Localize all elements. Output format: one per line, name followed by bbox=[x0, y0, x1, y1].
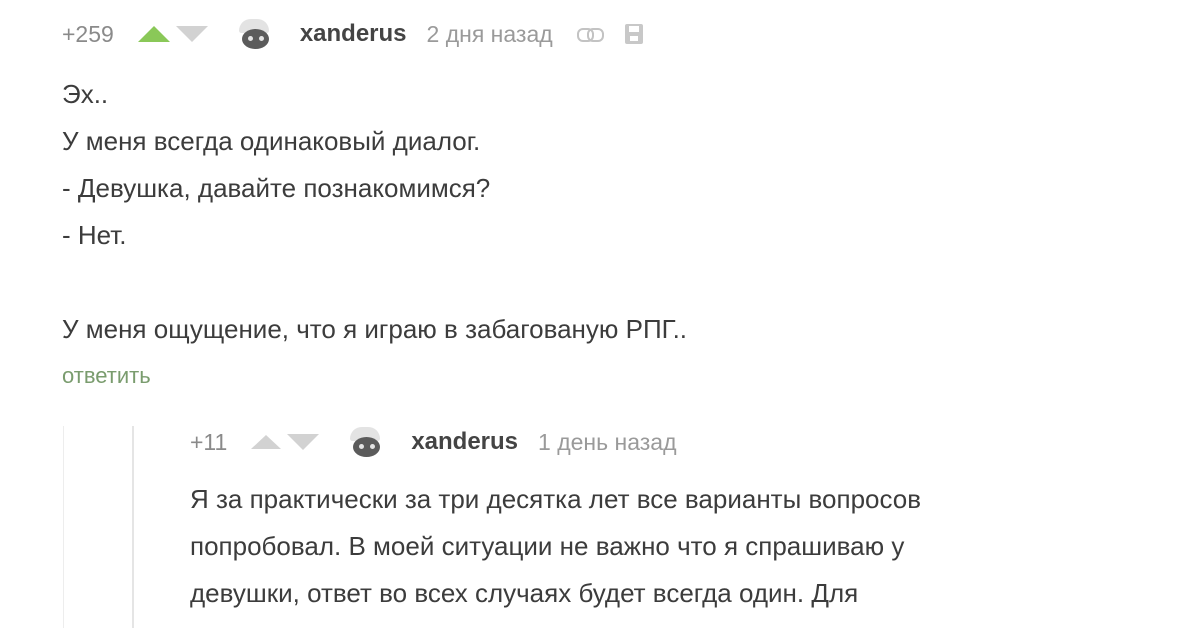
downvote-icon[interactable] bbox=[175, 26, 208, 42]
comment-time[interactable]: 2 дня назад bbox=[427, 21, 553, 48]
author-name[interactable]: xanderus bbox=[411, 428, 518, 456]
comment-time[interactable]: 1 день назад bbox=[538, 429, 676, 456]
upvote-icon[interactable] bbox=[137, 26, 170, 42]
comment-rating: +11 bbox=[190, 428, 228, 455]
link-icon[interactable] bbox=[576, 28, 604, 42]
reply-link[interactable]: ответить bbox=[62, 363, 151, 389]
upvote-icon[interactable] bbox=[251, 435, 282, 449]
comment-reply: +11 xanderus 1 день назад Я за практичес… bbox=[190, 422, 1180, 617]
comments-page: +259 xanderus 2 дня назад Эх.. У меня вс… bbox=[0, 0, 1200, 628]
comment-body: Эх.. У меня всегда одинаковый диалог. - … bbox=[62, 71, 1162, 353]
comment-header: +11 xanderus 1 день назад bbox=[190, 422, 1180, 462]
avatar[interactable] bbox=[235, 15, 274, 53]
comment-line: - Нет. bbox=[62, 220, 127, 250]
comment-line: - Девушка, давайте познакомимся? bbox=[62, 173, 491, 203]
downvote-icon[interactable] bbox=[287, 434, 320, 450]
comment-line: Я за практически за три десятка лет все … bbox=[190, 484, 922, 514]
comment-body: Я за практически за три десятка лет все … bbox=[190, 476, 1180, 617]
comment-rating: +259 bbox=[62, 20, 114, 47]
author-name[interactable]: xanderus bbox=[300, 20, 407, 48]
thread-line-outer bbox=[63, 426, 64, 628]
comment-line: У меня всегда одинаковый диалог. bbox=[62, 126, 481, 156]
comment-header: +259 xanderus 2 дня назад bbox=[62, 14, 1162, 54]
thread-line[interactable] bbox=[132, 426, 134, 628]
comment-line: Эх.. bbox=[62, 79, 109, 109]
comment-line bbox=[62, 259, 1162, 306]
save-icon[interactable] bbox=[624, 24, 643, 44]
comment: +259 xanderus 2 дня назад Эх.. У меня вс… bbox=[62, 14, 1162, 389]
comment-line: девушки, ответ во всех случаях будет все… bbox=[190, 578, 859, 608]
avatar[interactable] bbox=[347, 423, 386, 461]
comment-line: У меня ощущение, что я играю в забагован… bbox=[62, 314, 688, 344]
comment-line: попробовал. В моей ситуации не важно что… bbox=[190, 531, 905, 561]
